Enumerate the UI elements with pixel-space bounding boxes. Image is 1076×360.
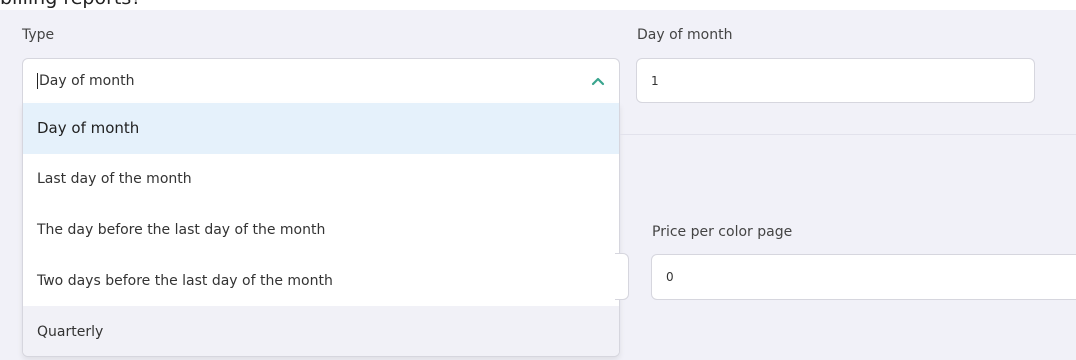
- page-heading: billing reports?: [0, 0, 141, 9]
- section-divider: [620, 134, 1076, 135]
- type-option-last-day[interactable]: Last day of the month: [23, 154, 619, 205]
- type-option-day-of-month[interactable]: Day of month: [23, 103, 619, 154]
- chevron-up-icon[interactable]: [591, 75, 605, 87]
- type-select[interactable]: Day of month: [22, 58, 620, 103]
- type-label: Type: [22, 27, 55, 43]
- day-of-month-label: Day of month: [637, 27, 733, 43]
- color-price-label: Price per color page: [652, 224, 793, 240]
- type-select-value: Day of month: [39, 73, 135, 89]
- type-options-menu: Day of month Last day of the month The d…: [22, 103, 620, 357]
- price-per-page-input[interactable]: [615, 253, 629, 300]
- type-option-day-before-last[interactable]: The day before the last day of the month: [23, 205, 619, 256]
- type-option-quarterly[interactable]: Quarterly: [23, 306, 619, 356]
- day-of-month-input[interactable]: 1: [636, 58, 1035, 103]
- type-option-two-days-before-last[interactable]: Two days before the last day of the mont…: [23, 255, 619, 306]
- color-price-input[interactable]: 0: [651, 254, 1076, 300]
- text-cursor: [37, 73, 38, 89]
- page-heading-strip: billing reports?: [0, 0, 1076, 10]
